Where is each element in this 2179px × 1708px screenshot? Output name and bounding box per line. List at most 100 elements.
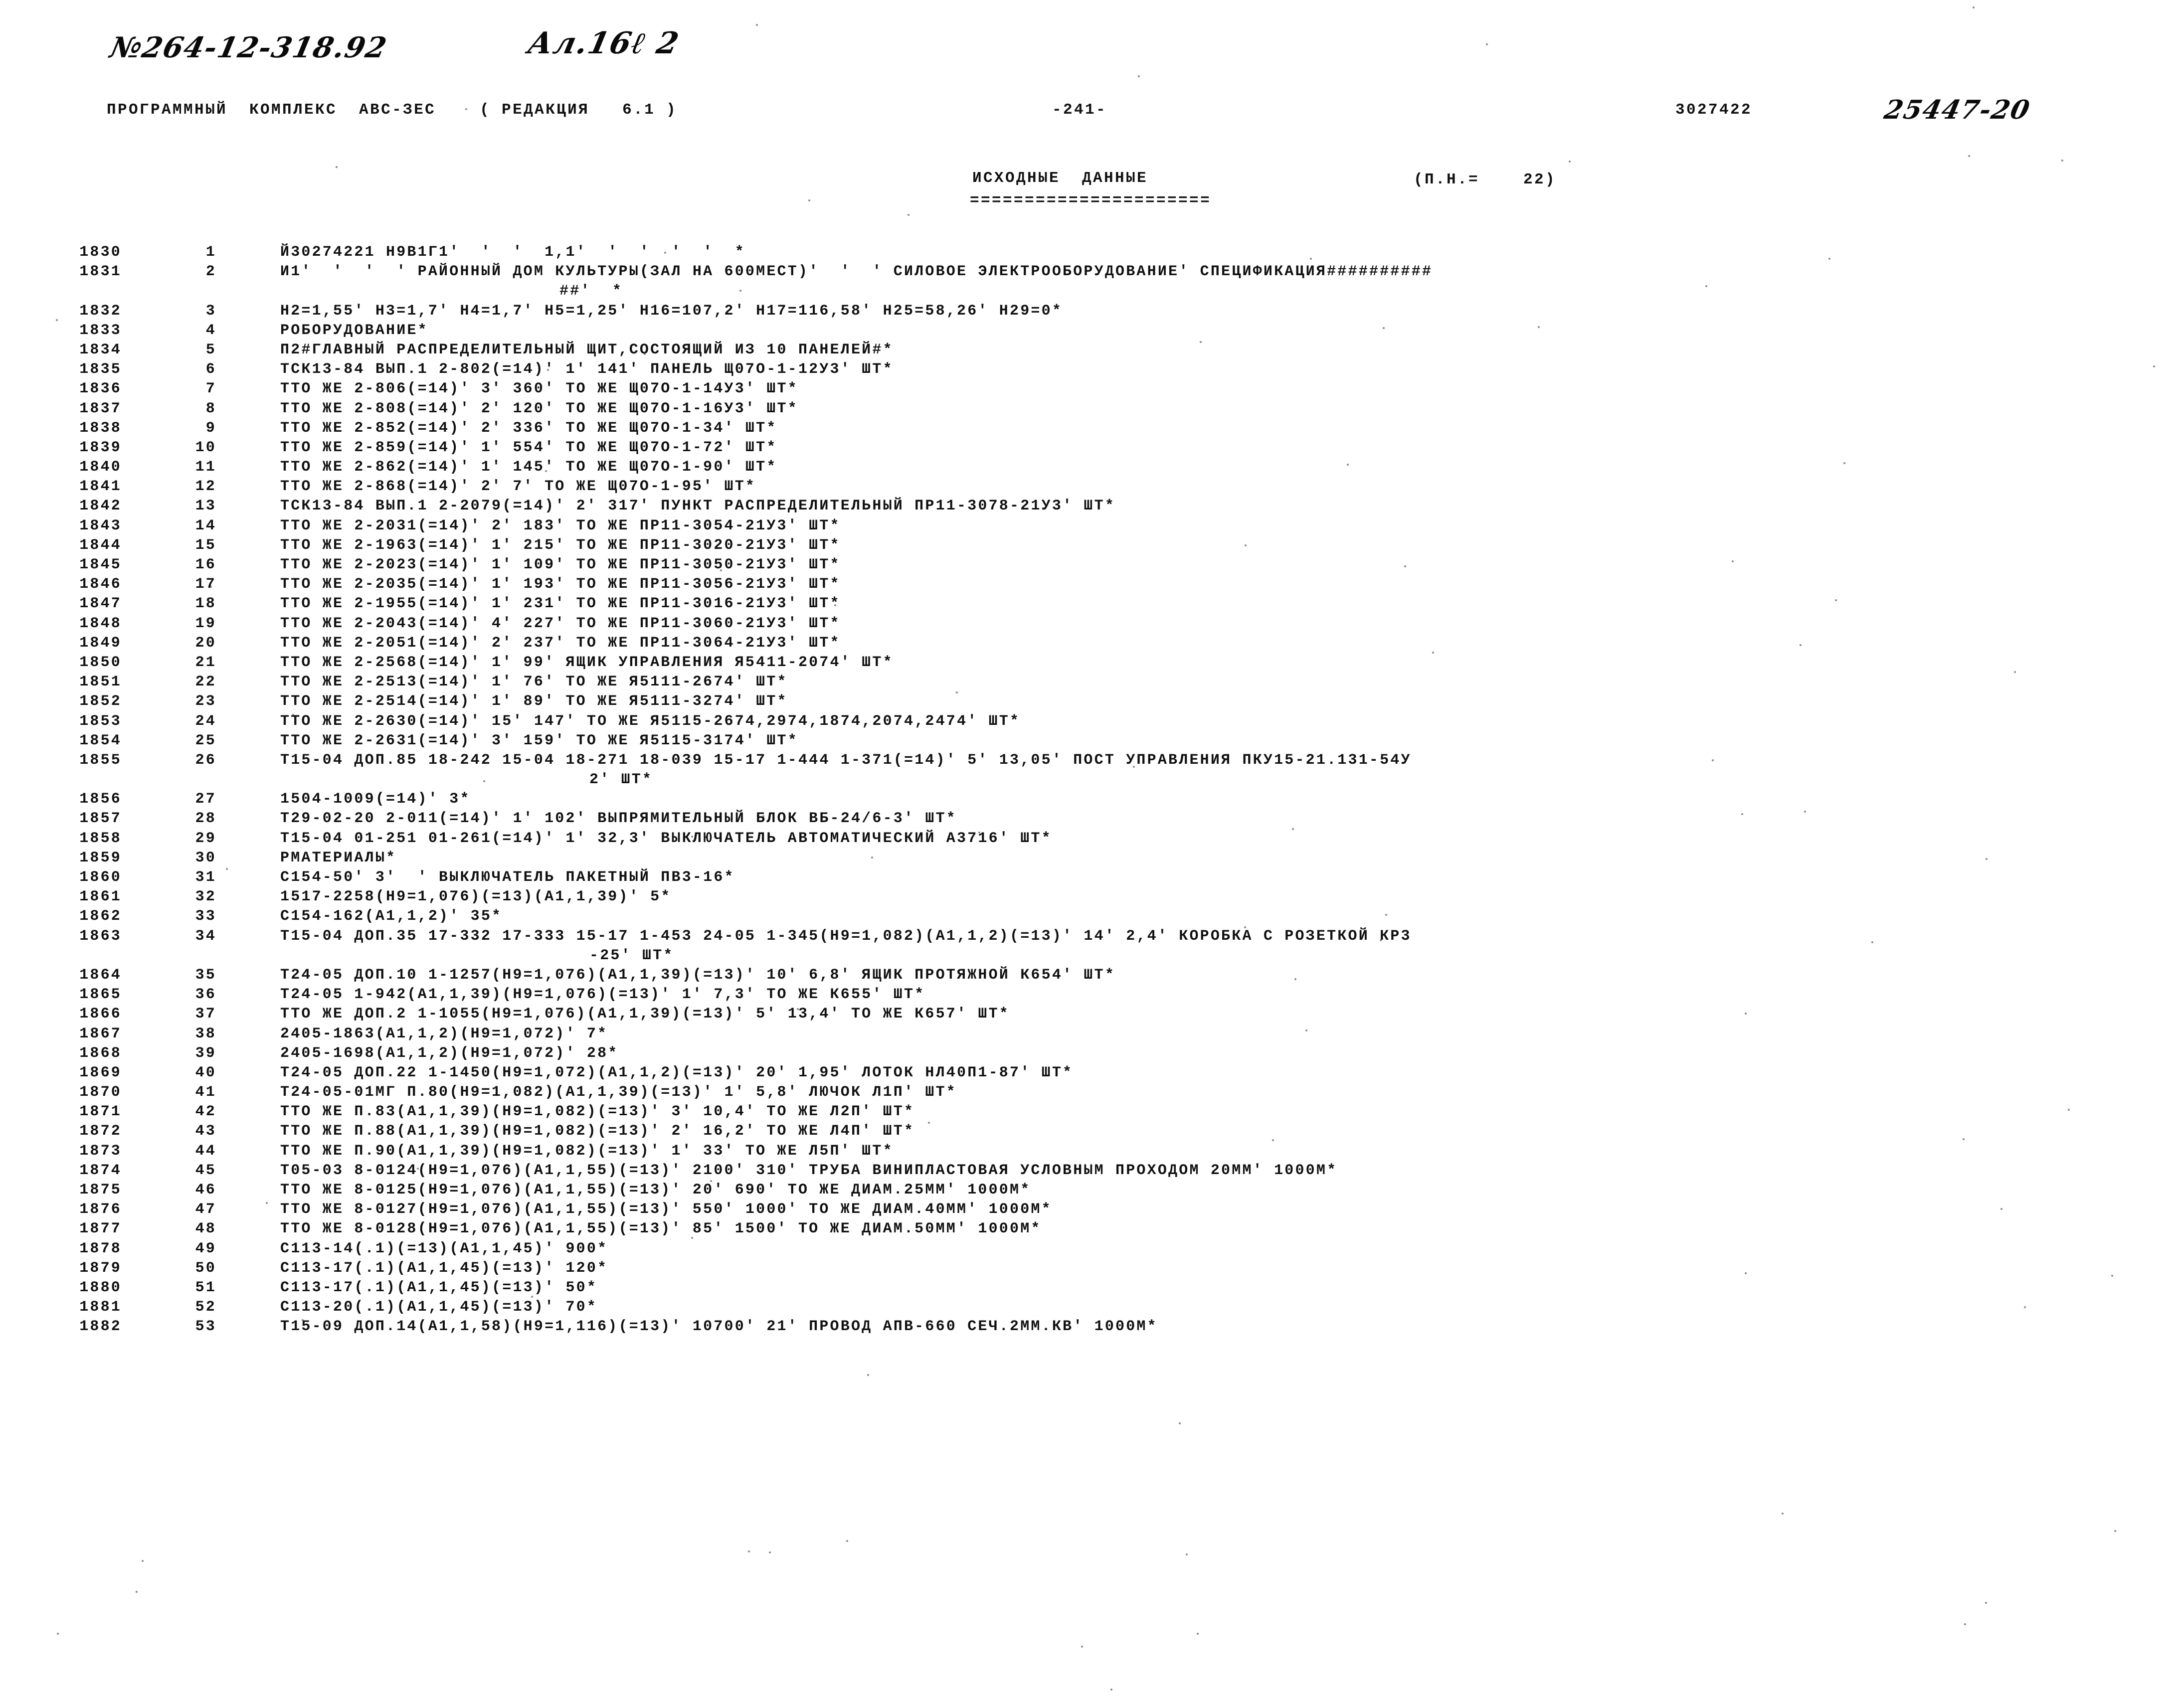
- scan-speckle: [2153, 365, 2155, 367]
- scan-speckle: [808, 199, 810, 202]
- listing-record-text: ТТО ЖЕ 2-808(=14)' 2' 120' ТО ЖЕ Щ07О-1-…: [280, 400, 798, 417]
- listing-row: 1834 5 П2#ГЛАВНЫЙ РАСПРЕДЕЛИТЕЛЬНЫЙ ЩИТ,СО…: [0, 341, 2179, 360]
- scan-speckle: [225, 867, 228, 870]
- listing-line-number: 1867: [79, 1025, 122, 1042]
- listing-row: 1840 11 ТТО ЖЕ 2-862(=14)' 1' 145' ТО ЖЕ Щ…: [0, 458, 2179, 477]
- listing-record-text: ТТО ЖЕ 2-859(=14)' 1' 554' ТО ЖЕ Щ07О-1-…: [280, 439, 777, 456]
- program-header-line: ПРОГРАММНЫЙ КОМПЛЕКС АВС-ЗЕС ( РЕДАКЦИЯ …: [107, 101, 678, 119]
- scan-speckle: [755, 23, 758, 26]
- listing-sequence-number: 32: [195, 888, 216, 906]
- scan-speckle: [1432, 651, 1434, 654]
- listing-line-number: 1861: [79, 888, 122, 906]
- listing-record-text: 2' ШТ*: [589, 771, 653, 789]
- listing-line-number: 1881: [79, 1299, 122, 1316]
- listing-record-text: 1504-1009(=14)' 3*: [280, 791, 471, 808]
- listing-sequence-number: 36: [195, 986, 216, 1004]
- listing-sequence-number: 16: [195, 556, 216, 573]
- scan-speckle: [1568, 161, 1571, 163]
- scan-speckle: [55, 319, 58, 322]
- listing-sequence-number: 18: [195, 595, 216, 613]
- listing-record-text: ТТО ЖЕ 2-2051(=14)' 2' 237' ТО ЖЕ ПР11-3…: [280, 634, 841, 652]
- listing-sequence-number: 17: [195, 576, 216, 593]
- listing-line-number: 1853: [79, 712, 122, 730]
- listing-line-number: 1864: [79, 966, 122, 984]
- listing-record-text: РМАТЕРИАЛЫ*: [280, 849, 397, 866]
- listing-row: 1832 3 Н2=1,55' Н3=1,7' Н4=1,7' Н5=1,25' Н…: [0, 302, 2179, 321]
- listing-sequence-number: 41: [195, 1084, 216, 1101]
- listing-row-continuation: 2' ШТ*: [0, 770, 2179, 790]
- listing-line-number: 1854: [79, 732, 122, 749]
- listing-line-number: 1836: [79, 380, 122, 398]
- listing-record-text: С113-14(.1)(=13)(А1,1,45)' 900*: [280, 1240, 608, 1257]
- listing-row: 1837 8 ТТО ЖЕ 2-808(=14)' 2' 120' ТО ЖЕ Щ0…: [0, 399, 2179, 419]
- listing-record-text: С154-162(А1,1,2)' 35*: [280, 908, 503, 925]
- scan-speckle: [762, 815, 765, 817]
- listing-sequence-number: 9: [205, 419, 216, 437]
- scan-speckle: [302, 1319, 304, 1321]
- listing-row: 1839 10 ТТО ЖЕ 2-859(=14)' 1' 554' ТО ЖЕ Щ…: [0, 438, 2179, 458]
- listing-row: 1854 25 ТТО ЖЕ 2-2631(=14)' 3' 159' ТО ЖЕ …: [0, 731, 2179, 751]
- listing-line-number: 1847: [79, 595, 122, 613]
- listing-row: 1836 7 ТТО ЖЕ 2-806(=14)' 3' 360' ТО ЖЕ Щ0…: [0, 379, 2179, 399]
- listing-record-text: ТТО ЖЕ 2-2043(=14)' 4' 227' ТО ЖЕ ПР11-3…: [280, 615, 841, 632]
- listing-row: 1851 22 ТТО ЖЕ 2-2513(=14)' 1' 76' ТО ЖЕ Я…: [0, 673, 2179, 692]
- listing-sequence-number: 23: [195, 693, 216, 710]
- scanned-page: №264-12-318.92 Ал.16ℓ 2 25447-20 ПРОГРАМ…: [0, 0, 2179, 1708]
- scan-speckle: [547, 368, 549, 371]
- listing-sequence-number: 34: [195, 927, 216, 945]
- title-underline-rule: ======================: [970, 192, 1212, 209]
- listing-record-text: ТСК13-84 ВЫП.1 2-802(=14)' 1' 141' ПАНЕЛ…: [280, 361, 894, 378]
- listing-sequence-number: 49: [195, 1240, 216, 1257]
- listing-line-number: 1876: [79, 1201, 122, 1218]
- listing-record-text: ТТО ЖЕ 8-0128(Н9=1,076)(А1,1,55)(=13)' 8…: [280, 1220, 1042, 1238]
- listing-line-number: 1877: [79, 1220, 122, 1238]
- listing-sequence-number: 25: [195, 732, 216, 749]
- listing-sequence-number: 48: [195, 1220, 216, 1238]
- listing-row: 1857 28 Т29-02-20 2-011(=14)' 1' 102' ВЫПР…: [0, 809, 2179, 829]
- scan-speckle: [1705, 285, 1708, 287]
- listing-row: 1850 21 ТТО ЖЕ 2-2568(=14)' 1' 99' ЯЩИК УП…: [0, 653, 2179, 673]
- scan-speckle: [1244, 544, 1247, 546]
- scan-speckle: [768, 1551, 771, 1553]
- listing-sequence-number: 10: [195, 439, 216, 456]
- scan-speckle: [265, 1201, 268, 1204]
- listing-row: 1849 20 ТТО ЖЕ 2-2051(=14)' 2' 237' ТО ЖЕ …: [0, 634, 2179, 653]
- listing-sequence-number: 20: [195, 634, 216, 652]
- listing-row: 1872 43 ТТО ЖЕ П.88(А1,1,39)(Н9=1,082)(=13…: [0, 1122, 2179, 1141]
- scan-speckle: [1985, 857, 1988, 860]
- listing-row: 1853 24 ТТО ЖЕ 2-2630(=14)' 15' 147' ТО ЖЕ…: [0, 712, 2179, 731]
- scan-speckle: [1731, 560, 1734, 563]
- listing-row: 1879 50 С113-17(.1)(А1,1,45)(=13)' 120*: [0, 1259, 2179, 1278]
- listing-line-number: 1875: [79, 1182, 122, 1198]
- listing-record-text: РОБОРУДОВАНИЕ*: [280, 322, 428, 339]
- listing-row-continuation: -25' ШТ*: [0, 946, 2179, 966]
- listing-sequence-number: 47: [195, 1201, 216, 1218]
- scan-speckle: [1309, 258, 1312, 260]
- scan-speckle: [2111, 1274, 2113, 1277]
- scan-speckle: [1804, 810, 1806, 813]
- scan-speckle: [388, 1027, 390, 1030]
- listing-sequence-number: 46: [195, 1182, 216, 1198]
- listing-record-text: 1517-2258(Н9=1,076)(=13)(А1,1,39)' 5*: [280, 888, 672, 906]
- listing-line-number: 1835: [79, 361, 122, 378]
- scan-speckle: [1828, 258, 1830, 260]
- scan-speckle: [834, 604, 836, 606]
- listing-line-number: 1843: [79, 517, 122, 534]
- scan-speckle: [531, 1295, 534, 1298]
- section-title: ИСХОДНЫЕ ДАННЫЕ: [972, 170, 1148, 187]
- listing-sequence-number: 37: [195, 1006, 216, 1023]
- listing-sequence-number: 3: [205, 302, 216, 320]
- listing-record-text: Т24-05 ДОП.10 1-1257(Н9=1,076)(А1,1,39)(…: [280, 966, 1116, 984]
- listing-line-number: 1837: [79, 400, 122, 417]
- listing-record-text: -25' ШТ*: [589, 947, 674, 964]
- listing-line-number: 1833: [79, 322, 122, 339]
- listing-record-text: И1' ' ' ' РАЙОННЫЙ ДОМ КУЛЬТУРЫ(ЗАЛ НА 6…: [280, 263, 1433, 281]
- listing-row: 1841 12 ТТО ЖЕ 2-868(=14)' 2' 7' ТО ЖЕ Щ07…: [0, 477, 2179, 497]
- scan-speckle: [664, 251, 667, 254]
- scan-speckle: [2024, 1306, 2026, 1308]
- scan-speckle: [1985, 1602, 1988, 1604]
- scan-speckle: [748, 1550, 750, 1553]
- handwritten-doc-code: №264-12-318.92: [107, 31, 390, 64]
- listing-record-text: ТТО ЖЕ 2-2514(=14)' 1' 89' ТО ЖЕ Я5111-3…: [280, 693, 788, 710]
- scan-speckle: [955, 691, 958, 694]
